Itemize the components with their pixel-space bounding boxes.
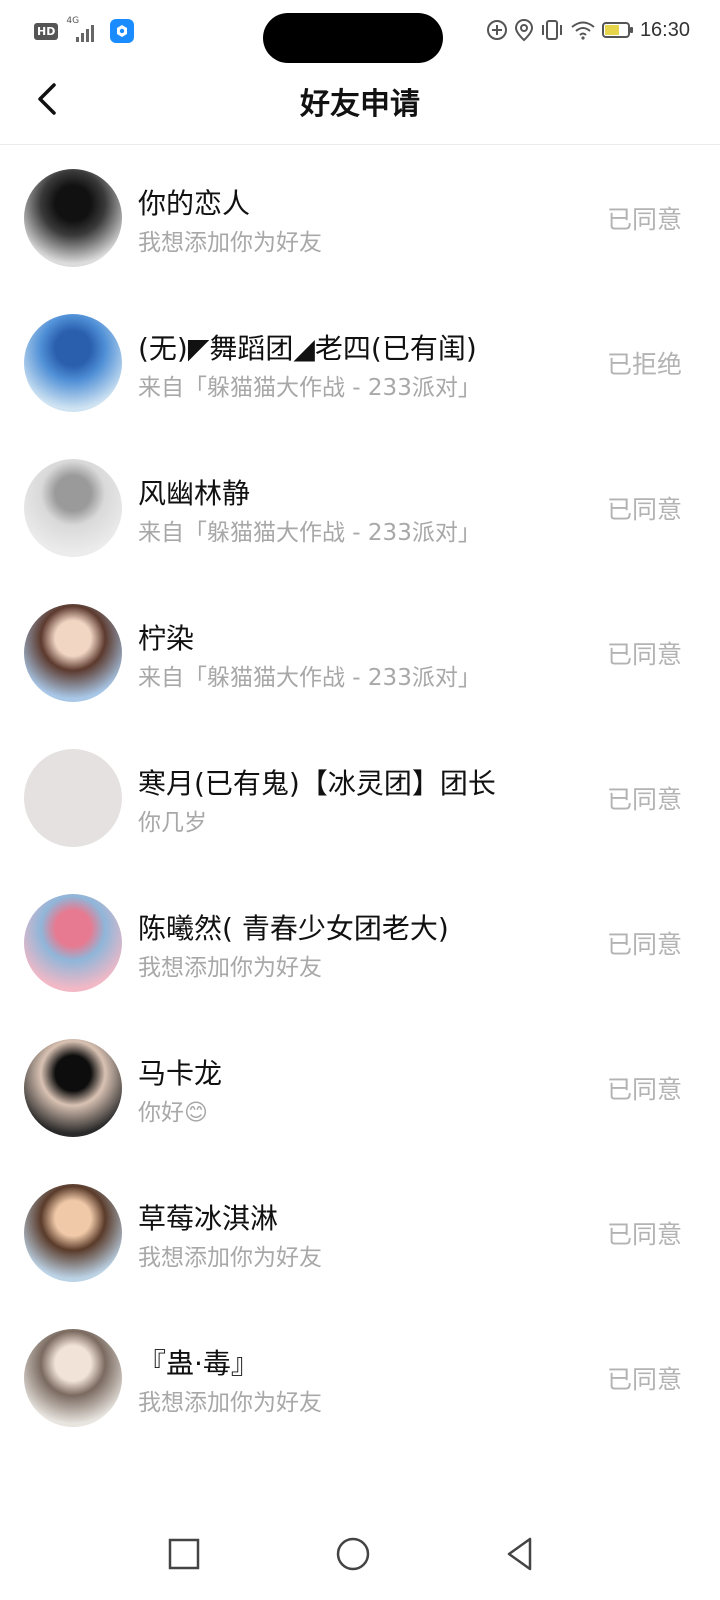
request-item[interactable]: 风幽林静 来自「躲猫猫大作战 - 233派对」 已同意 xyxy=(0,435,720,580)
friend-request-list: 你的恋人 我想添加你为好友 已同意 (无)◤舞蹈团◢老四(已有闺) 来自「躲猫猫… xyxy=(0,145,720,1450)
request-status: 已同意 xyxy=(606,1365,682,1394)
location-icon xyxy=(514,18,533,42)
request-name: 柠染 xyxy=(138,622,195,655)
avatar[interactable] xyxy=(24,604,122,702)
avatar[interactable] xyxy=(24,749,122,847)
request-name: 草莓冰淇淋 xyxy=(138,1202,279,1235)
home-button[interactable] xyxy=(323,1524,383,1584)
avatar[interactable] xyxy=(24,314,122,412)
request-item[interactable]: 陈曦然( 青春少女团老大) 我想添加你为好友 已同意 xyxy=(0,870,720,1015)
status-bar: HD 4G 16:30 xyxy=(0,0,720,63)
avatar[interactable] xyxy=(24,894,122,992)
request-message: 我想添加你为好友 xyxy=(138,955,322,981)
request-name: 马卡龙 xyxy=(138,1057,223,1090)
request-message: 你好😊 xyxy=(138,1100,208,1126)
system-nav-bar xyxy=(0,1510,720,1600)
request-status: 已同意 xyxy=(606,1220,682,1249)
vibrate-icon xyxy=(541,20,562,40)
request-message: 我想添加你为好友 xyxy=(138,1245,322,1271)
request-name: 风幽林静 xyxy=(138,477,251,510)
request-status: 已同意 xyxy=(606,1075,682,1104)
wifi-icon xyxy=(571,21,595,40)
request-name: 你的恋人 xyxy=(138,187,251,220)
request-status: 已同意 xyxy=(606,785,682,814)
hd-icon: HD xyxy=(34,22,59,40)
request-item[interactable]: 柠染 来自「躲猫猫大作战 - 233派对」 已同意 xyxy=(0,580,720,725)
request-status: 已同意 xyxy=(606,495,682,524)
request-name: 寒月(已有鬼)【冰灵团】团长 xyxy=(138,767,496,800)
recents-button[interactable] xyxy=(154,1524,214,1584)
request-item[interactable]: 草莓冰淇淋 我想添加你为好友 已同意 xyxy=(0,1160,720,1305)
request-message: 你几岁 xyxy=(138,810,207,836)
triangle-back-icon xyxy=(507,1537,532,1571)
request-name: 陈曦然( 青春少女团老大) xyxy=(138,912,449,945)
request-name: 『蛊·毒』 xyxy=(138,1347,259,1380)
request-message: 来自「躲猫猫大作战 - 233派对」 xyxy=(138,520,481,546)
circle-home-icon xyxy=(336,1537,370,1571)
avatar[interactable] xyxy=(24,1329,122,1427)
nav-back-button[interactable] xyxy=(490,1524,550,1584)
status-bar-left: HD 4G xyxy=(34,16,135,44)
avatar[interactable] xyxy=(24,169,122,267)
page-title: 好友申请 xyxy=(300,87,420,122)
request-item[interactable]: 寒月(已有鬼)【冰灵团】团长 你几岁 已同意 xyxy=(0,725,720,870)
request-message: 来自「躲猫猫大作战 - 233派对」 xyxy=(138,665,481,691)
camera-cutout xyxy=(263,13,443,63)
request-status: 已拒绝 xyxy=(606,350,682,379)
request-item[interactable]: 『蛊·毒』 我想添加你为好友 已同意 xyxy=(0,1305,720,1450)
avatar[interactable] xyxy=(24,459,122,557)
square-recents-icon xyxy=(168,1538,200,1570)
request-item[interactable]: 你的恋人 我想添加你为好友 已同意 xyxy=(0,145,720,290)
status-time: 16:30 xyxy=(639,18,690,41)
app-header: 好友申请 xyxy=(0,62,720,145)
request-message: 我想添加你为好友 xyxy=(138,230,322,256)
request-name: (无)◤舞蹈团◢老四(已有闺) xyxy=(138,332,477,365)
request-message: 我想添加你为好友 xyxy=(138,1390,322,1416)
battery-icon xyxy=(601,22,633,38)
app-notification-icon xyxy=(110,19,135,43)
request-message: 来自「躲猫猫大作战 - 233派对」 xyxy=(138,375,481,401)
request-status: 已同意 xyxy=(606,640,682,669)
request-status: 已同意 xyxy=(606,205,682,234)
add-circle-icon xyxy=(486,20,507,40)
request-item[interactable]: 马卡龙 你好😊 已同意 xyxy=(0,1015,720,1160)
request-status: 已同意 xyxy=(606,930,682,959)
status-bar-right: 16:30 xyxy=(486,18,690,42)
request-item[interactable]: (无)◤舞蹈团◢老四(已有闺) 来自「躲猫猫大作战 - 233派对」 已拒绝 xyxy=(0,290,720,435)
avatar[interactable] xyxy=(24,1184,122,1282)
avatar[interactable] xyxy=(24,1039,122,1137)
signal-icon: 4G xyxy=(66,16,102,44)
